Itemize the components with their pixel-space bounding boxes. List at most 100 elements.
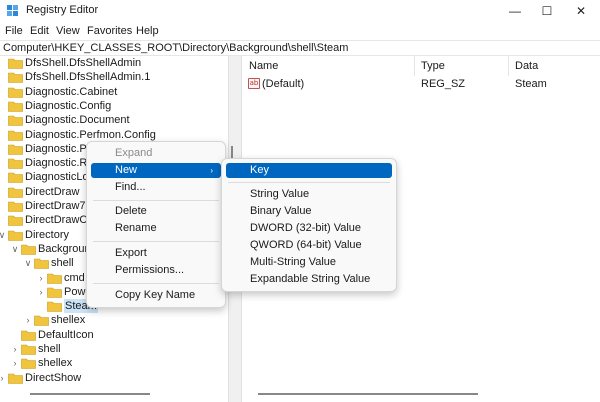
chevron-right-icon[interactable]: › [11,357,19,369]
tree-item-label: DefaultIcon [38,329,94,341]
submenu-arrow-icon: › [210,166,213,175]
tree-item-label: DiagnosticLog [25,171,95,183]
menu-item-delete[interactable]: Delete [91,204,221,219]
folder-icon [8,101,23,112]
context-menu: Expand New › Find... Delete Rename Expor… [86,141,226,308]
tree-item-label: shellex [51,314,86,326]
tree-item-label: Directory [25,229,70,241]
tree-item[interactable]: Diagnostic.Config [0,99,238,113]
folder-icon [8,72,23,83]
chevron-right-icon[interactable]: › [0,372,6,384]
tree-item[interactable]: DfsShell.DfsShellAdmin [0,56,238,70]
tree-item-label: DirectShow [25,372,82,384]
menu-item-find[interactable]: Find... [91,180,221,195]
tree-item[interactable]: › shell [0,342,238,356]
chevron-down-icon[interactable]: ∨ [0,229,6,241]
tree-item[interactable]: › shellex [0,356,238,370]
value-name: (Default) [262,78,305,90]
tree-item[interactable]: Diagnostic.Perfmon.Config [0,128,238,142]
folder-icon [34,315,49,326]
address-bar[interactable]: Computer\HKEY_CLASSES_ROOT\Directory\Bac… [0,40,600,56]
folder-icon [34,258,49,269]
menu-edit[interactable]: Edit [30,25,49,37]
tree-item[interactable]: DfsShell.DfsShellAdmin.1 [0,70,238,84]
folder-icon [8,144,23,155]
submenu-item-string-value[interactable]: String Value [226,187,392,202]
chevron-right-icon[interactable]: › [11,343,19,355]
menu-item-new-label: New [115,164,138,176]
menu-file[interactable]: File [5,25,23,37]
maximize-button[interactable]: ☐ [532,0,562,22]
folder-icon [21,244,36,255]
folder-icon [8,115,23,126]
menu-help[interactable]: Help [136,25,159,37]
chevron-down-icon[interactable]: ∨ [24,257,32,269]
tree-item-label: Backgroun [38,243,91,255]
title-bar: Registry Editor — ☐ ✕ [0,0,600,22]
folder-icon [47,301,62,312]
submenu-item-key[interactable]: Key [226,163,392,178]
menu-item-rename[interactable]: Rename [91,221,221,236]
new-submenu: Key String Value Binary Value DWORD (32-… [221,158,397,292]
submenu-item-expandable-string-value[interactable]: Expandable String Value [226,272,392,287]
window-title: Registry Editor [26,4,99,16]
menu-separator [93,200,219,201]
submenu-item-qword-value[interactable]: QWORD (64-bit) Value [226,238,392,253]
value-row[interactable]: ab (Default) REG_SZ Steam [243,77,600,93]
folder-icon [47,287,62,298]
folder-icon [8,230,23,241]
tree-item[interactable]: Diagnostic.Document [0,113,238,127]
tree-scrollbar-thumb[interactable] [231,146,233,158]
menu-view[interactable]: View [56,25,80,37]
tree-item-label: DirectDraw [25,186,80,198]
folder-icon [8,130,23,141]
address-path: Computer\HKEY_CLASSES_ROOT\Directory\Bac… [3,42,349,54]
menu-separator [228,182,390,183]
column-header-data[interactable]: Data [509,56,600,76]
minimize-button[interactable]: — [500,0,530,22]
column-header-name[interactable]: Name [243,56,415,76]
folder-icon [8,201,23,212]
close-button[interactable]: ✕ [566,0,596,22]
menu-item-export[interactable]: Export [91,246,221,261]
tree-item[interactable]: Diagnostic.Cabinet [0,85,238,99]
list-hscroll-thumb[interactable] [258,393,478,395]
tree-item-label: shellex [38,357,73,369]
folder-icon [8,158,23,169]
tree-item-label: shell [38,343,61,355]
folder-icon [47,273,62,284]
menu-item-permissions[interactable]: Permissions... [91,263,221,278]
chevron-right-icon[interactable]: › [37,272,45,284]
tree-item-label: DirectDraw7 [25,200,86,212]
tree-item-label: cmd [64,272,85,284]
chevron-down-icon[interactable]: ∨ [11,243,19,255]
folder-icon [8,172,23,183]
chevron-right-icon[interactable]: › [24,314,32,326]
menu-favorites[interactable]: Favorites [87,25,132,37]
menu-item-expand[interactable]: Expand [91,146,221,161]
menu-item-new[interactable]: New › [91,163,221,178]
string-value-icon: ab [248,78,260,89]
menu-bar: File Edit View Favorites Help [0,22,600,40]
folder-icon [8,87,23,98]
folder-icon [8,187,23,198]
menu-separator [93,241,219,242]
tree-hscroll-thumb[interactable] [30,393,150,395]
submenu-item-dword-value[interactable]: DWORD (32-bit) Value [226,221,392,236]
column-header-type[interactable]: Type [415,56,509,76]
registry-editor-icon [7,5,18,16]
tree-item-label: Diagnostic.Perfmon.Config [25,129,156,141]
submenu-item-multi-string-value[interactable]: Multi-String Value [226,255,392,270]
tree-item[interactable]: › DirectShow [0,371,238,385]
tree-item-label: shell [51,257,74,269]
submenu-item-binary-value[interactable]: Binary Value [226,204,392,219]
tree-item[interactable]: › shellex [0,313,238,327]
tree-item-label: Diagnostic.Document [25,114,130,126]
folder-icon [8,215,23,226]
folder-icon [21,330,36,341]
value-data: Steam [515,78,547,90]
chevron-right-icon[interactable]: › [37,286,45,298]
tree-item[interactable]: DefaultIcon [0,328,238,342]
menu-item-copy-key-name[interactable]: Copy Key Name [91,288,221,303]
tree-item-label: Diagnostic.Cabinet [25,86,118,98]
